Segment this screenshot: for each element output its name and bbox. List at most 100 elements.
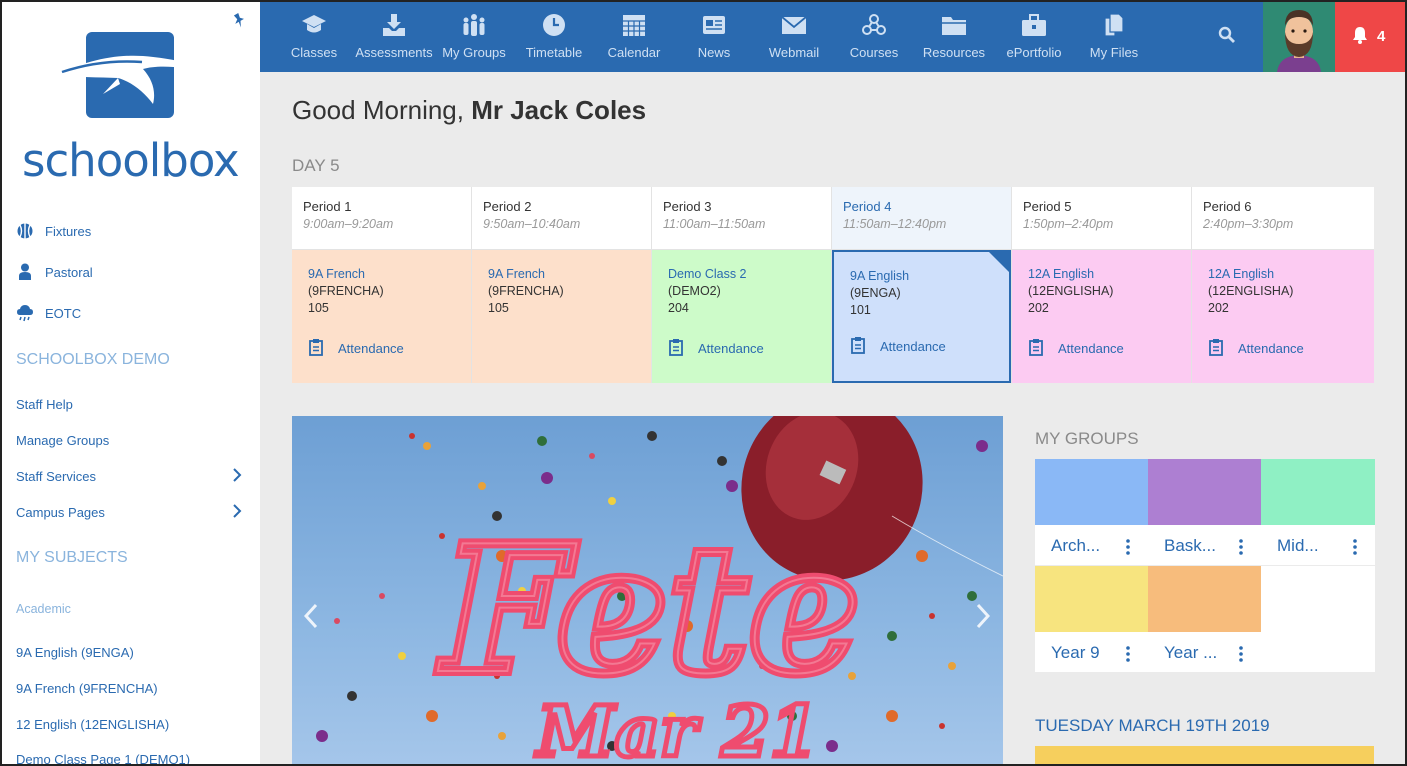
sidebar: schoolbox Fixtures Pastoral EOTC SCHOOLB… [0, 0, 260, 766]
carousel-next-icon[interactable] [976, 603, 990, 629]
avatar[interactable] [1263, 0, 1335, 72]
period-name: Period 1 [303, 199, 352, 214]
person-icon [16, 263, 34, 281]
calendar-icon [623, 15, 645, 36]
kebab-menu-icon[interactable] [1239, 539, 1243, 555]
nav-calendar[interactable]: Calendar [594, 0, 674, 72]
calendar-event-bar[interactable] [1035, 746, 1374, 766]
clipboard-icon [668, 338, 698, 359]
room-number: 204 [668, 301, 689, 315]
nav-eportfolio[interactable]: ePortfolio [994, 0, 1074, 72]
class-name[interactable]: 9A French [308, 267, 455, 281]
calendar-date-heading: TUESDAY MARCH 19TH 2019 [1035, 716, 1270, 735]
nav-classes[interactable]: Classes [274, 0, 354, 72]
sidebar-item-label: EOTC [45, 305, 82, 321]
class-cell[interactable]: Demo Class 2 (DEMO2) 204 Attendance [652, 250, 831, 383]
period-header: Period 5 1:50pm–2:40pm [1012, 187, 1191, 250]
subject-link[interactable]: 12 English (12ENGLISHA) [16, 717, 169, 732]
people-icon [463, 14, 485, 36]
period-time: 9:50am–10:40am [483, 217, 581, 231]
nav-courses[interactable]: Courses [834, 0, 914, 72]
subject-link[interactable]: 9A English (9ENGA) [16, 645, 134, 660]
subject-link[interactable]: 9A French (9FRENCHA) [16, 681, 158, 696]
group-tile-empty [1261, 566, 1375, 672]
nav-resources[interactable]: Resources [914, 0, 994, 72]
sidebar-item-pastoral[interactable]: Pastoral [16, 263, 93, 281]
brand-name: schoolbox [22, 134, 240, 187]
nav-timetable[interactable]: Timetable [514, 0, 594, 72]
group-tile[interactable]: Arch... [1035, 459, 1148, 565]
sidebar-item-fixtures[interactable]: Fixtures [16, 222, 91, 240]
featured-banner[interactable]: Fete Fete Mar 21 [292, 416, 1003, 766]
search-icon[interactable] [1218, 26, 1236, 44]
carousel-prev-icon[interactable] [304, 603, 318, 629]
class-cell[interactable]: 9A French (9FRENCHA) 105 [472, 250, 651, 383]
room-number: 101 [850, 303, 871, 317]
briefcase-icon [1022, 14, 1046, 36]
group-tile[interactable]: Mid... [1261, 459, 1375, 565]
section-heading-my-subjects: MY SUBJECTS [16, 549, 128, 566]
class-name[interactable]: 9A English [850, 269, 993, 283]
chevron-right-icon[interactable] [231, 468, 243, 482]
notifications-button[interactable]: 4 [1335, 0, 1407, 72]
chevron-right-icon[interactable] [231, 504, 243, 518]
sidebar-item-staff-services[interactable]: Staff Services [16, 469, 96, 484]
class-name[interactable]: 12A English [1028, 267, 1175, 281]
attendance-link[interactable]: Attendance [668, 338, 764, 359]
period-time: 11:00am–11:50am [663, 217, 766, 231]
my-groups-heading: MY GROUPS [1035, 429, 1139, 448]
banner-subtitle: Mar 21 [535, 690, 819, 766]
group-tile[interactable]: Year 9 [1035, 566, 1148, 672]
attendance-link[interactable]: Attendance [1028, 338, 1124, 359]
class-name[interactable]: 12A English [1208, 267, 1358, 281]
group-tile[interactable]: Bask... [1148, 459, 1261, 565]
nav-news[interactable]: News [674, 0, 754, 72]
room-number: 202 [1028, 301, 1049, 315]
class-name[interactable]: Demo Class 2 [668, 267, 815, 281]
period-column: Period 5 1:50pm–2:40pm 12A English (12EN… [1012, 187, 1192, 383]
subject-link[interactable]: Demo Class Page 1 (DEMO1) [16, 752, 190, 766]
attendance-link[interactable]: Attendance [850, 336, 946, 357]
sidebar-item-manage-groups[interactable]: Manage Groups [16, 433, 109, 448]
nav-my-files[interactable]: My Files [1074, 0, 1154, 72]
sidebar-item-eotc[interactable]: EOTC [16, 304, 81, 322]
section-heading-schoolbox-demo: SCHOOLBOX DEMO [16, 351, 170, 368]
nav-my-groups[interactable]: My Groups [434, 0, 514, 72]
class-cell[interactable]: 12A English (12ENGLISHA) 202 Attendance [1012, 250, 1191, 383]
period-time: 2:40pm–3:30pm [1203, 217, 1294, 231]
sidebar-item-label: Pastoral [45, 264, 93, 280]
sidebar-item-staff-help[interactable]: Staff Help [16, 397, 73, 412]
kebab-menu-icon[interactable] [1126, 539, 1130, 555]
molecule-icon [862, 14, 886, 35]
room-number: 105 [488, 301, 509, 315]
folder-icon [942, 17, 966, 35]
class-name[interactable]: 9A French [488, 267, 635, 281]
download-tray-icon [383, 14, 405, 36]
clock-icon [543, 14, 565, 36]
period-header: Period 1 9:00am–9:20am [292, 187, 471, 250]
group-label: Arch... [1051, 536, 1101, 555]
pin-icon[interactable] [231, 11, 249, 29]
period-column: Period 1 9:00am–9:20am 9A French (9FRENC… [292, 187, 472, 383]
attendance-link[interactable]: Attendance [1208, 338, 1304, 359]
kebab-menu-icon[interactable] [1239, 646, 1243, 662]
clipboard-icon [1208, 338, 1238, 359]
sidebar-item-campus-pages[interactable]: Campus Pages [16, 505, 105, 520]
group-color-swatch [1035, 566, 1148, 632]
nav-webmail[interactable]: Webmail [754, 0, 834, 72]
basketball-icon [16, 222, 34, 240]
period-name: Period 4 [843, 199, 892, 214]
class-cell[interactable]: 12A English (12ENGLISHA) 202 Attendance [1192, 250, 1374, 383]
group-color-swatch [1148, 459, 1261, 525]
balloons-image: Fete Fete Mar 21 [316, 416, 1003, 766]
kebab-menu-icon[interactable] [1353, 539, 1357, 555]
attendance-link[interactable]: Attendance [308, 338, 404, 359]
period-time: 11:50am–12:40pm [843, 217, 947, 231]
class-cell[interactable]: 9A French (9FRENCHA) 105 Attendance [292, 250, 471, 383]
nav-assessments[interactable]: Assessments [354, 0, 434, 72]
schoolbox-logo-icon[interactable] [58, 32, 204, 118]
group-tile[interactable]: Year ... [1148, 566, 1261, 672]
class-cell[interactable]: 9A English (9ENGA) 101 Attendance [832, 250, 1011, 383]
class-code: (9FRENCHA) [308, 284, 384, 298]
kebab-menu-icon[interactable] [1126, 646, 1130, 662]
